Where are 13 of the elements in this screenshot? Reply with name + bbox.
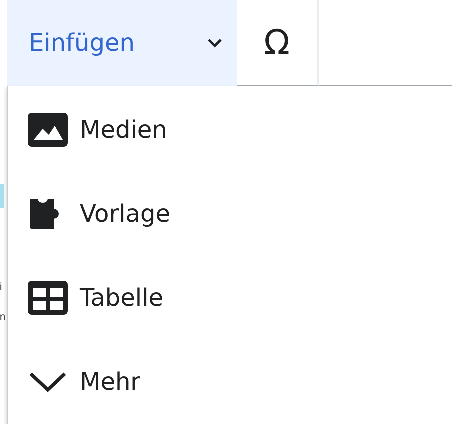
insert-menu-button[interactable]: Einfügen [7,0,237,86]
image-icon [28,113,68,147]
menu-item[interactable]: Medien [8,88,452,172]
text-highlight [0,184,4,208]
menu-item[interactable]: Tabelle [8,256,452,340]
menu-item[interactable]: Vorlage [8,172,452,256]
table-icon [28,281,68,315]
page-text: n [0,313,6,323]
page-text: i [0,283,2,293]
chevron-down-icon [28,370,68,394]
chevron-down-icon [207,38,223,48]
menu-item[interactable]: Mehr [8,340,452,424]
special-character-button[interactable]: Ω [237,0,319,86]
